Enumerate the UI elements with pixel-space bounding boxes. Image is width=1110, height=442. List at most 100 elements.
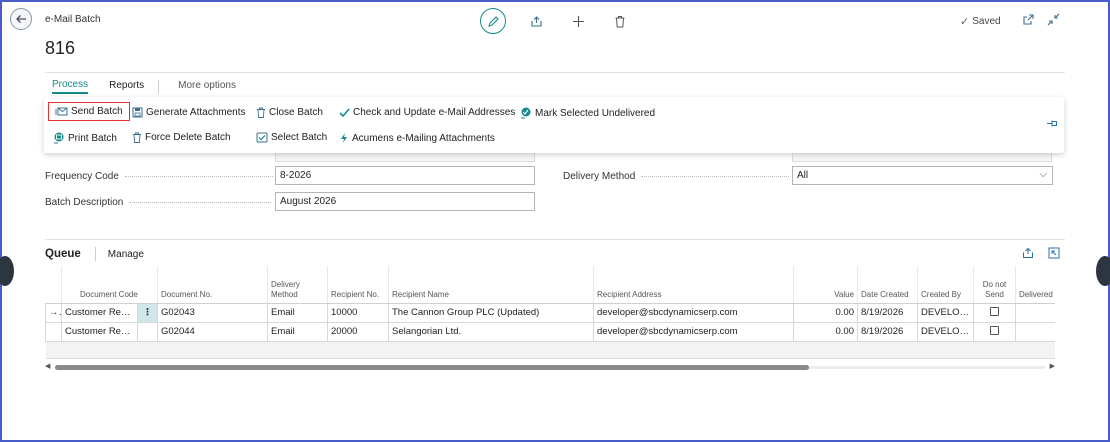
cell-do-not-send[interactable] bbox=[973, 303, 1016, 323]
send-mail-icon bbox=[55, 107, 68, 115]
column-header-recipient-name[interactable]: Recipient Name bbox=[388, 266, 594, 304]
force-delete-batch-button[interactable]: Force Delete Batch bbox=[132, 132, 231, 143]
delivery-method-select[interactable]: All ⌵ bbox=[792, 166, 1053, 185]
saved-status: ✓ Saved bbox=[960, 15, 1001, 28]
column-header-delivered[interactable]: Delivered bbox=[1015, 266, 1055, 304]
checkmark-icon bbox=[339, 107, 350, 117]
do-not-send-checkbox[interactable] bbox=[990, 325, 999, 335]
plus-icon bbox=[572, 15, 584, 27]
mark-undelivered-label: Mark Selected Undelivered bbox=[535, 107, 656, 119]
pencil-icon bbox=[487, 15, 499, 27]
check-update-label: Check and Update e-Mail Addresses bbox=[353, 107, 516, 118]
app-caption: e-Mail Batch bbox=[45, 14, 101, 25]
share-button[interactable] bbox=[524, 9, 548, 33]
cell-document-code[interactable]: Customer Rece... bbox=[61, 303, 138, 323]
cell-created-by[interactable]: DEVELOPER bbox=[917, 303, 974, 323]
cell-delivery-method[interactable]: Email bbox=[267, 322, 328, 342]
select-icon bbox=[256, 132, 268, 143]
close-batch-label: Close Batch bbox=[269, 107, 323, 118]
share-icon bbox=[530, 15, 542, 27]
scroll-right-icon[interactable]: ▶ bbox=[1050, 362, 1055, 370]
cell-recipient-address[interactable]: developer@sbcdynamicserp.com bbox=[593, 322, 794, 342]
table-row[interactable]: → Customer Rece... ⋮ G02043 Email 10000 … bbox=[45, 303, 1055, 323]
print-batch-label: Print Batch bbox=[68, 132, 117, 144]
column-header-do-not-send[interactable]: Do not Send bbox=[973, 266, 1016, 304]
delivery-method-value: All bbox=[797, 170, 809, 181]
print-icon bbox=[54, 132, 64, 144]
batch-description-field[interactable]: August 2026 bbox=[275, 192, 535, 211]
column-header-document-no[interactable]: Document No. bbox=[157, 266, 268, 304]
row-actions-cell[interactable] bbox=[137, 322, 158, 342]
generate-attachments-button[interactable]: Generate Attachments bbox=[132, 107, 246, 118]
mark-status-icon bbox=[521, 107, 531, 119]
print-batch-button[interactable]: Print Batch bbox=[53, 132, 117, 144]
horizontal-scrollbar[interactable]: ◀ ▶ bbox=[45, 362, 1055, 372]
column-header-value[interactable]: Value bbox=[793, 266, 858, 304]
collapse-icon bbox=[1047, 13, 1060, 26]
delete-button[interactable] bbox=[608, 9, 632, 33]
row-indicator-header bbox=[45, 266, 62, 304]
check-icon: ✓ bbox=[960, 16, 970, 28]
cell-recipient-no[interactable]: 20000 bbox=[327, 322, 389, 342]
tab-reports[interactable]: Reports bbox=[109, 80, 144, 93]
scroll-left-icon[interactable]: ◀ bbox=[45, 362, 50, 370]
right-edge-handle[interactable] bbox=[1096, 256, 1110, 286]
page-frame bbox=[0, 0, 1110, 442]
tab-more-options[interactable]: More options bbox=[178, 80, 236, 93]
tab-process[interactable]: Process bbox=[52, 79, 89, 94]
cell-value[interactable]: 0.00 bbox=[793, 303, 858, 323]
back-button[interactable] bbox=[10, 8, 32, 30]
table-row[interactable]: Customer Rece... G02044 Email 20000 Sela… bbox=[45, 322, 1055, 342]
cell-date-created[interactable]: 8/19/2026 bbox=[857, 322, 918, 342]
column-header-date-created[interactable]: Date Created bbox=[857, 266, 918, 304]
batch-description-label: Batch Description bbox=[45, 197, 272, 208]
do-not-send-checkbox[interactable] bbox=[990, 306, 999, 316]
frequency-code-field[interactable]: 8-2026 bbox=[275, 166, 535, 185]
new-button[interactable] bbox=[566, 9, 590, 33]
column-header-recipient-address[interactable]: Recipient Address bbox=[593, 266, 794, 304]
process-actions-panel: Send Batch Generate Attachments Close Ba… bbox=[44, 97, 1064, 153]
cell-recipient-address[interactable]: developer@sbcdynamicserp.com bbox=[593, 303, 794, 323]
send-batch-button[interactable]: Send Batch bbox=[48, 102, 130, 121]
empty-new-row[interactable] bbox=[45, 341, 1055, 359]
cell-document-code[interactable]: Customer Rece... bbox=[61, 322, 138, 342]
open-new-window-button[interactable] bbox=[1022, 13, 1036, 27]
row-indicator bbox=[45, 322, 62, 342]
collapse-button[interactable] bbox=[1047, 13, 1061, 27]
mark-undelivered-button[interactable]: Mark Selected Undelivered bbox=[520, 107, 655, 119]
queue-divider bbox=[94, 247, 96, 261]
select-batch-button[interactable]: Select Batch bbox=[256, 132, 327, 143]
column-header-created-by[interactable]: Created By bbox=[917, 266, 974, 304]
edit-button[interactable] bbox=[480, 8, 506, 34]
cell-delivered[interactable] bbox=[1015, 322, 1055, 342]
chevron-down-icon: ⌵ bbox=[1039, 169, 1047, 180]
check-update-addresses-button[interactable]: Check and Update e-Mail Addresses bbox=[339, 107, 515, 118]
cell-delivered[interactable] bbox=[1015, 303, 1055, 323]
queue-toolbar bbox=[1010, 245, 1062, 261]
row-actions-menu[interactable]: ⋮ bbox=[137, 303, 158, 323]
manage-menu[interactable]: Manage bbox=[108, 249, 144, 260]
cell-recipient-no[interactable]: 10000 bbox=[327, 303, 389, 323]
cell-recipient-name[interactable]: The Cannon Group PLC (Updated) bbox=[388, 303, 594, 323]
column-header-document-code[interactable]: Document Code bbox=[61, 266, 158, 304]
column-header-recipient-no[interactable]: Recipient No. bbox=[327, 266, 389, 304]
column-header-delivery-method[interactable]: Delivery Method bbox=[267, 266, 328, 304]
cell-value[interactable]: 0.00 bbox=[793, 322, 858, 342]
cell-created-by[interactable]: DEVELOPER bbox=[917, 322, 974, 342]
pin-icon[interactable] bbox=[1046, 119, 1058, 131]
cell-document-no[interactable]: G02043 bbox=[157, 303, 268, 323]
cell-delivery-method[interactable]: Email bbox=[267, 303, 328, 323]
acumens-attachments-button[interactable]: Acumens e-Mailing Attachments bbox=[339, 132, 495, 144]
cell-document-no[interactable]: G02044 bbox=[157, 322, 268, 342]
queue-share-button[interactable] bbox=[1020, 245, 1036, 261]
queue-title[interactable]: Queue bbox=[45, 248, 81, 260]
expand-icon bbox=[1048, 247, 1060, 259]
close-batch-button[interactable]: Close Batch bbox=[256, 107, 323, 118]
force-delete-label: Force Delete Batch bbox=[145, 132, 231, 143]
cell-do-not-send[interactable] bbox=[973, 322, 1016, 342]
cell-date-created[interactable]: 8/19/2026 bbox=[857, 303, 918, 323]
generate-attachments-label: Generate Attachments bbox=[146, 107, 246, 118]
scrollbar-thumb[interactable] bbox=[55, 365, 809, 370]
queue-expand-button[interactable] bbox=[1046, 245, 1062, 261]
cell-recipient-name[interactable]: Selangorian Ltd. bbox=[388, 322, 594, 342]
